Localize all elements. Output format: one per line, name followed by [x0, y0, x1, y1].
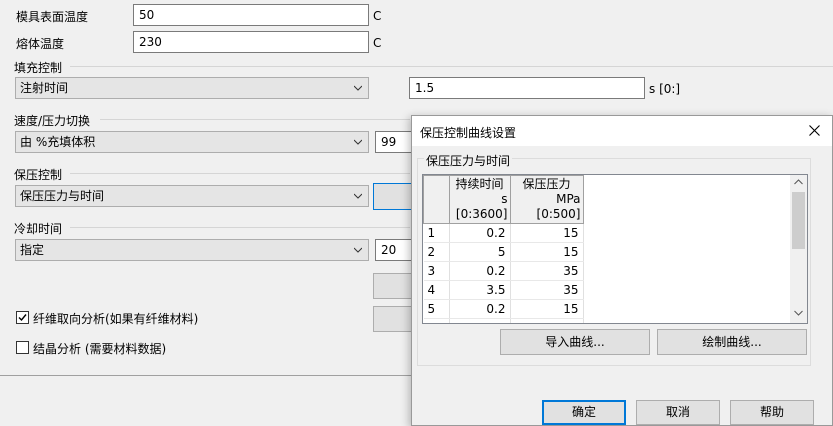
bottom-divider — [0, 375, 411, 376]
scroll-down-icon[interactable] — [794, 310, 803, 316]
duration-header-range: s [0:3600] — [455, 192, 508, 221]
switchover-select-value: 由 %充填体积 — [20, 135, 96, 149]
side-button-1[interactable] — [373, 273, 413, 299]
pressure-column-header[interactable]: 保压压力 MPa [0:500] — [509, 175, 584, 224]
profile-data-table: 持续时间 s [0:3600] 保压压力 MPa [0:500] 1 0.2 1… — [423, 175, 584, 323]
injection-time-unit: s [0:] — [649, 82, 681, 96]
duration-header-title: 持续时间 — [455, 177, 504, 191]
mold-temp-input[interactable]: 50 — [133, 4, 369, 26]
table-header-row: 持续时间 s [0:3600] 保压压力 MPa [0:500] — [423, 175, 584, 224]
row-number: 3 — [423, 261, 450, 281]
close-icon[interactable] — [809, 125, 820, 136]
duration-column-header[interactable]: 持续时间 s [0:3600] — [448, 175, 511, 224]
dialog-title: 保压控制曲线设置 — [420, 126, 517, 140]
chevron-down-icon — [354, 193, 362, 199]
pack-control-divider — [70, 173, 410, 174]
mold-temp-label: 模具表面温度 — [16, 10, 89, 24]
fill-control-divider — [70, 66, 833, 67]
duration-cell[interactable]: 5 — [449, 242, 511, 262]
crystallization-label: 结晶分析 (需要材料数据) — [33, 342, 167, 356]
fiber-orientation-checkbox[interactable] — [16, 311, 29, 324]
scrollbar-thumb[interactable] — [792, 192, 805, 249]
injection-time-input[interactable]: 1.5 — [409, 77, 645, 99]
mold-temp-unit: C — [373, 9, 382, 23]
switchover-value-input[interactable]: 99 — [375, 131, 415, 153]
scroll-up-icon[interactable] — [794, 179, 803, 185]
pack-profile-dialog: 保压控制曲线设置 保压压力与时间 持续时间 s [0:3600] 保压压力 MP… — [411, 115, 833, 426]
pressure-header-range: MPa [0:500] — [536, 192, 581, 221]
pressure-cell[interactable]: 35 — [510, 261, 584, 281]
switchover-divider — [100, 119, 410, 120]
pack-control-select[interactable]: 保压压力与时间 — [15, 185, 369, 207]
dialog-titlebar: 保压控制曲线设置 — [412, 116, 832, 146]
row-number: 2 — [423, 242, 450, 262]
check-mark-icon — [18, 314, 27, 322]
table-row[interactable]: 2 5 15 — [423, 242, 584, 262]
fiber-orientation-label: 纤维取向分析(如果有纤维材料) — [33, 312, 199, 326]
side-button-2[interactable] — [373, 306, 413, 332]
chevron-down-icon — [354, 139, 362, 145]
plot-curve-button[interactable]: 绘制曲线... — [657, 329, 807, 355]
profile-table[interactable]: 持续时间 s [0:3600] 保压压力 MPa [0:500] 1 0.2 1… — [422, 174, 808, 324]
duration-cell[interactable]: 0.2 — [449, 223, 511, 243]
duration-cell[interactable]: 0.2 — [449, 261, 511, 281]
duration-cell[interactable]: 10 — [449, 318, 511, 323]
melt-temp-label: 熔体温度 — [16, 37, 65, 51]
row-number-header — [423, 175, 450, 224]
help-button[interactable]: 帮助 — [730, 400, 814, 425]
melt-temp-input[interactable]: 230 — [133, 31, 369, 53]
table-row[interactable]: 1 0.2 15 — [423, 223, 584, 243]
pressure-cell[interactable]: 15 — [510, 242, 584, 262]
row-number: 4 — [423, 280, 450, 300]
melt-temp-unit: C — [373, 36, 382, 50]
row-number: 5 — [423, 299, 450, 319]
pressure-cell[interactable]: 15 — [510, 318, 584, 323]
edit-pack-profile-button[interactable] — [373, 183, 413, 210]
import-curve-button[interactable]: 导入曲线... — [500, 329, 650, 355]
fill-control-group-label: 填充控制 — [14, 61, 63, 75]
pressure-cell[interactable]: 15 — [510, 223, 584, 243]
row-number: 1 — [423, 223, 450, 243]
fill-control-select[interactable]: 注射时间 — [15, 77, 369, 99]
table-scrollbar[interactable] — [790, 175, 807, 323]
chevron-down-icon — [354, 85, 362, 91]
pack-control-select-value: 保压压力与时间 — [20, 189, 105, 203]
fill-control-select-value: 注射时间 — [20, 81, 69, 95]
cancel-button[interactable]: 取消 — [636, 400, 720, 425]
row-number: 6 — [423, 318, 450, 323]
duration-cell[interactable]: 3.5 — [449, 280, 511, 300]
cooling-select-value: 指定 — [20, 243, 45, 257]
table-row[interactable]: 3 0.2 35 — [423, 261, 584, 281]
switchover-select[interactable]: 由 %充填体积 — [15, 131, 369, 153]
cooling-time-input[interactable]: 20 — [375, 239, 415, 261]
crystallization-checkbox[interactable] — [16, 341, 29, 354]
table-row[interactable]: 5 0.2 15 — [423, 299, 584, 319]
cooling-select[interactable]: 指定 — [15, 239, 369, 261]
pressure-header-title: 保压压力 — [522, 177, 571, 191]
pressure-cell[interactable]: 15 — [510, 299, 584, 319]
duration-cell[interactable]: 0.2 — [449, 299, 511, 319]
chevron-down-icon — [354, 247, 362, 253]
cooling-group-label: 冷却时间 — [14, 222, 63, 236]
switchover-group-label: 速度/压力切换 — [14, 114, 91, 128]
pack-control-group-label: 保压控制 — [14, 168, 63, 182]
pressure-time-group-label: 保压压力与时间 — [424, 152, 513, 169]
table-row[interactable]: 4 3.5 35 — [423, 280, 584, 300]
table-row[interactable]: 6 10 15 — [423, 318, 584, 323]
cooling-divider — [70, 227, 410, 228]
ok-button[interactable]: 确定 — [542, 400, 626, 425]
pressure-cell[interactable]: 35 — [510, 280, 584, 300]
